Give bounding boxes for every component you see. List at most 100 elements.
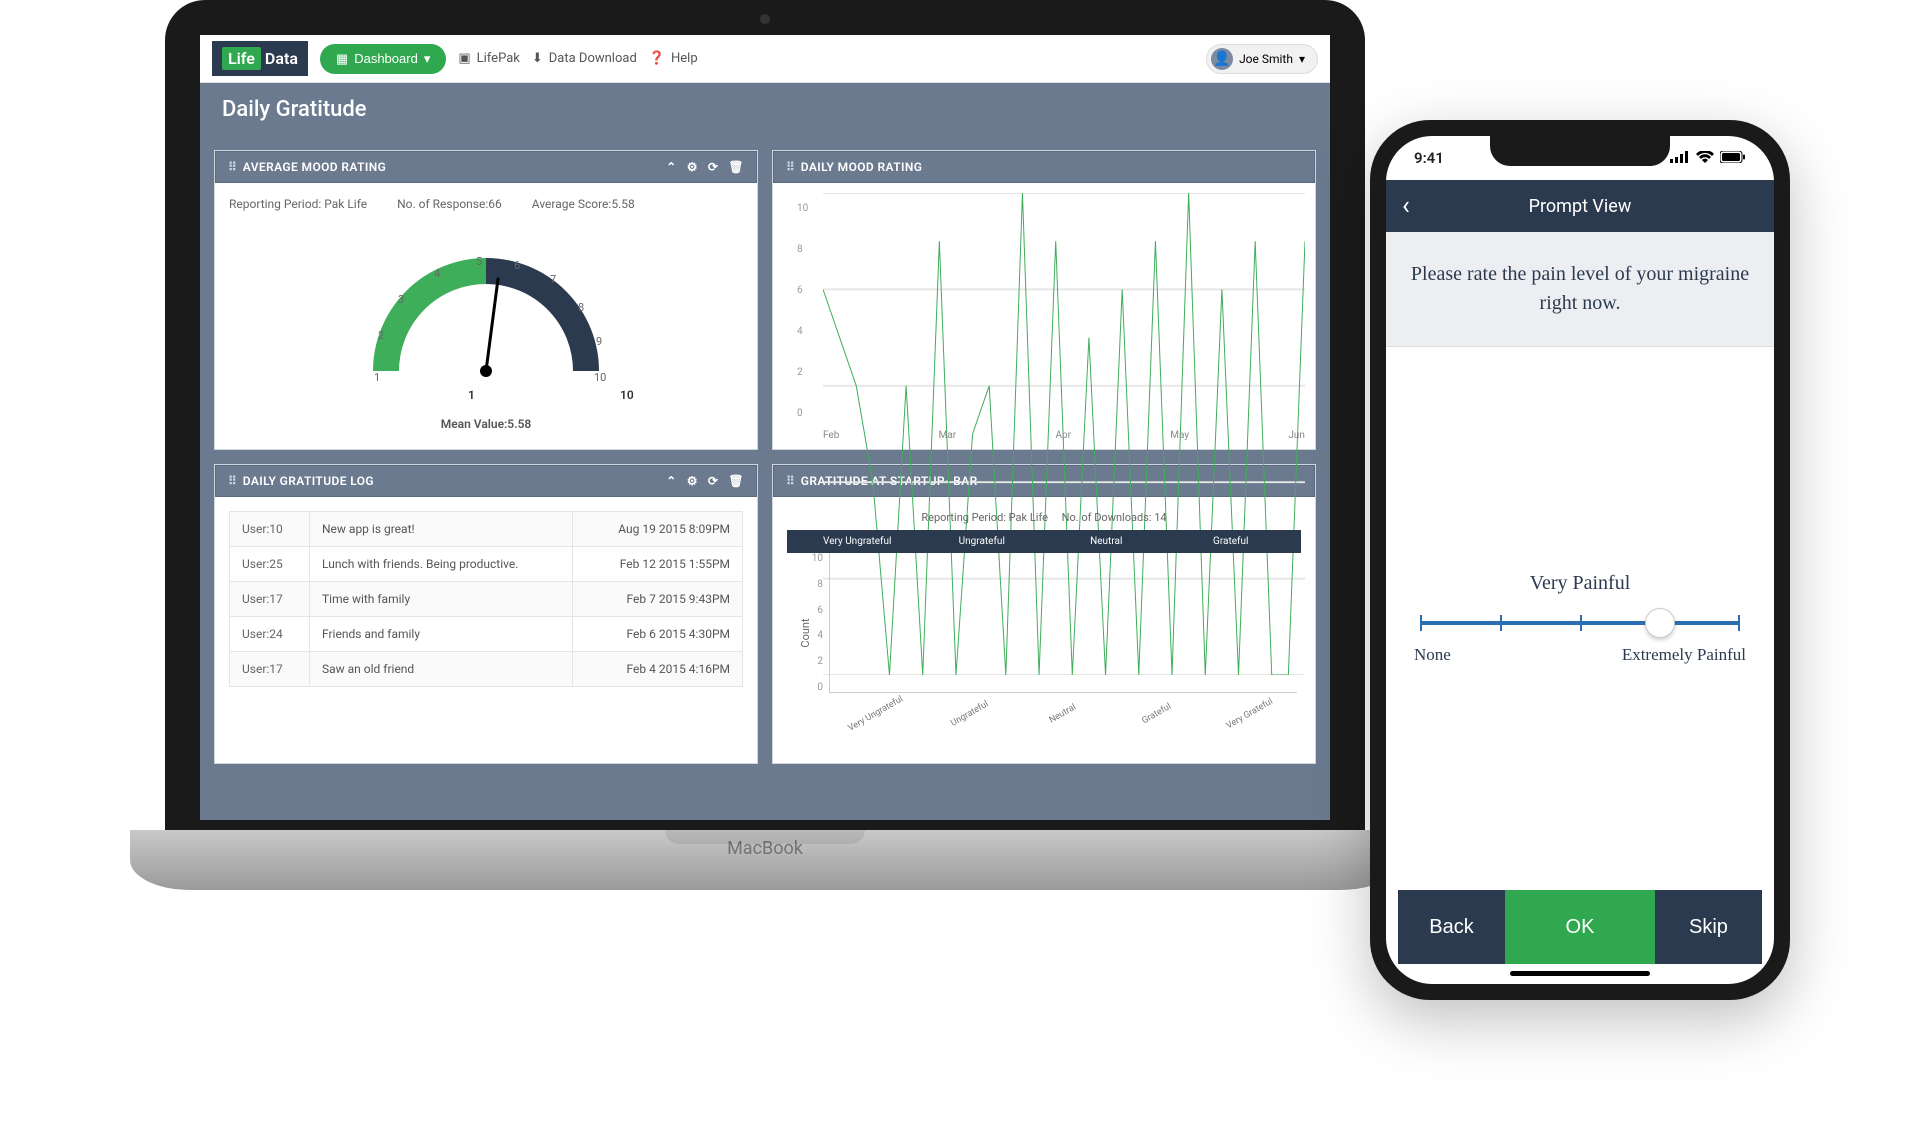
panel-gratitude-log: ⠿ DAILY GRATITUDE LOG ⌃ ⚙ ⟳ 🗑 User:10New… bbox=[214, 464, 758, 764]
signal-icon bbox=[1670, 149, 1690, 167]
slider-current-label: Very Painful bbox=[1414, 572, 1746, 595]
bar-legend: Very UngratefulUngratefulNeutralGrateful bbox=[787, 530, 1301, 553]
home-indicator[interactable] bbox=[1510, 971, 1650, 976]
svg-text:3: 3 bbox=[398, 293, 404, 306]
slider-labels: None Extremely Painful bbox=[1414, 645, 1746, 665]
table-row: User:17Saw an old friendFeb 4 2015 4:16P… bbox=[230, 652, 743, 687]
panel-body: Reporting Period: Pak Life No. of Respon… bbox=[215, 183, 757, 449]
table-row: User:24Friends and familyFeb 6 2015 4:30… bbox=[230, 617, 743, 652]
collapse-icon[interactable]: ⌃ bbox=[666, 474, 676, 488]
skip-button[interactable]: Skip bbox=[1655, 890, 1762, 964]
nav-data-download-label: Data Download bbox=[549, 51, 637, 66]
phone-screen: 9:41 ‹ Prompt View Please rate the pain … bbox=[1386, 136, 1774, 984]
avg-score: Average Score:5.58 bbox=[532, 197, 635, 211]
table-row: User:25Lunch with friends. Being product… bbox=[230, 547, 743, 582]
user-menu[interactable]: 👤 Joe Smith ▾ bbox=[1206, 44, 1318, 74]
dashboard-button[interactable]: ▦ Dashboard ▾ bbox=[320, 44, 446, 74]
log-timestamp: Aug 19 2015 8:09PM bbox=[573, 512, 743, 547]
svg-text:8: 8 bbox=[578, 301, 584, 314]
log-text: Lunch with friends. Being productive. bbox=[310, 547, 573, 582]
gauge-chart: 1 2 3 4 5 6 7 8 9 10 1 10 bbox=[326, 221, 646, 411]
slider-thumb[interactable] bbox=[1645, 608, 1675, 638]
svg-text:6: 6 bbox=[514, 259, 520, 272]
logo-left: Life bbox=[222, 47, 261, 70]
log-user: User:17 bbox=[230, 582, 310, 617]
laptop-screen: Life Data ▦ Dashboard ▾ ▣ LifePak ⬇ Data… bbox=[200, 35, 1330, 820]
phone-device: 9:41 ‹ Prompt View Please rate the pain … bbox=[1370, 120, 1790, 1000]
gauge-caption: Mean Value:5.58 bbox=[229, 417, 743, 431]
refresh-icon[interactable]: ⟳ bbox=[708, 474, 718, 488]
nav-help[interactable]: ❓ Help bbox=[649, 51, 698, 66]
log-text: New app is great! bbox=[310, 512, 573, 547]
status-time: 9:41 bbox=[1414, 149, 1444, 167]
log-user: User:24 bbox=[230, 617, 310, 652]
back-button[interactable]: Back bbox=[1398, 890, 1505, 964]
panel-average-mood: ⠿ AVERAGE MOOD RATING ⌃ ⚙ ⟳ 🗑 Reporting bbox=[214, 150, 758, 450]
dashboard-grid: ⠿ AVERAGE MOOD RATING ⌃ ⚙ ⟳ 🗑 Reporting bbox=[200, 136, 1330, 778]
svg-text:10: 10 bbox=[594, 371, 606, 384]
nav-lifepak-label: LifePak bbox=[477, 51, 520, 66]
wifi-icon bbox=[1696, 149, 1714, 167]
app-logo: Life Data bbox=[212, 41, 308, 76]
download-icon: ⬇ bbox=[532, 51, 543, 66]
laptop-device: Life Data ▦ Dashboard ▾ ▣ LifePak ⬇ Data… bbox=[130, 0, 1400, 920]
log-user: User:25 bbox=[230, 547, 310, 582]
svg-text:1: 1 bbox=[374, 371, 380, 384]
svg-text:4: 4 bbox=[434, 267, 440, 280]
panel-body: 1086420 FebMarAprMayJun bbox=[773, 183, 1315, 449]
svg-text:2: 2 bbox=[378, 329, 384, 342]
help-icon: ❓ bbox=[649, 51, 665, 66]
trash-icon[interactable]: 🗑 bbox=[728, 474, 744, 488]
device-label: MacBook bbox=[727, 838, 803, 859]
phone-navbar: ‹ Prompt View bbox=[1386, 180, 1774, 232]
log-text: Saw an old friend bbox=[310, 652, 573, 687]
user-name: Joe Smith bbox=[1239, 52, 1293, 66]
gauge-max-label: 10 bbox=[620, 388, 634, 402]
panel-body: Reporting Period: Pak Life No. of Downlo… bbox=[773, 497, 1315, 763]
drag-handle-icon[interactable]: ⠿ bbox=[228, 474, 235, 488]
reporting-period: Reporting Period: Pak Life bbox=[229, 197, 367, 211]
back-icon[interactable]: ‹ bbox=[1402, 191, 1410, 221]
bar-meta: Reporting Period: Pak Life No. of Downlo… bbox=[787, 511, 1301, 524]
drag-handle-icon[interactable]: ⠿ bbox=[228, 160, 235, 174]
log-table: User:10New app is great!Aug 19 2015 8:09… bbox=[229, 511, 743, 687]
drag-handle-icon[interactable]: ⠿ bbox=[786, 160, 793, 174]
panel-header: ⠿ DAILY MOOD RATING bbox=[773, 151, 1315, 183]
slider-min-label: None bbox=[1414, 645, 1451, 665]
drag-handle-icon[interactable]: ⠿ bbox=[786, 474, 793, 488]
nav-data-download[interactable]: ⬇ Data Download bbox=[532, 51, 637, 66]
svg-text:7: 7 bbox=[550, 273, 556, 286]
log-user: User:10 bbox=[230, 512, 310, 547]
prompt-text: Please rate the pain level of your migra… bbox=[1386, 232, 1774, 347]
bar-xaxis: Very UngratefulUngratefulNeutralGrateful… bbox=[829, 709, 1297, 719]
ok-button[interactable]: OK bbox=[1505, 890, 1655, 964]
trash-icon[interactable]: 🗑 bbox=[728, 160, 744, 174]
lifepak-icon: ▣ bbox=[458, 51, 470, 66]
slider-track[interactable] bbox=[1420, 621, 1740, 625]
responses: No. of Response:66 bbox=[397, 197, 502, 211]
table-row: User:10New app is great!Aug 19 2015 8:09… bbox=[230, 512, 743, 547]
app-topbar: Life Data ▦ Dashboard ▾ ▣ LifePak ⬇ Data… bbox=[200, 35, 1330, 83]
log-timestamp: Feb 6 2015 4:30PM bbox=[573, 617, 743, 652]
bar-plot bbox=[829, 553, 1297, 693]
laptop-base: MacBook bbox=[130, 830, 1400, 890]
svg-text:5: 5 bbox=[476, 255, 482, 268]
collapse-icon[interactable]: ⌃ bbox=[666, 160, 676, 174]
dashboard-label: Dashboard bbox=[354, 51, 418, 66]
nav-help-label: Help bbox=[671, 51, 698, 66]
panel-header: ⠿ AVERAGE MOOD RATING ⌃ ⚙ ⟳ 🗑 bbox=[215, 151, 757, 183]
gear-icon[interactable]: ⚙ bbox=[687, 474, 698, 488]
line-chart-yaxis: 1086420 bbox=[797, 203, 808, 419]
refresh-icon[interactable]: ⟳ bbox=[708, 160, 718, 174]
phone-notch bbox=[1490, 136, 1670, 166]
chevron-down-icon: ▾ bbox=[1299, 52, 1305, 66]
panel-startup-bar: ⠿ GRATITUDE AT STARTUP- BAR Reporting Pe… bbox=[772, 464, 1316, 764]
phone-body: Very Painful None Extremely Painful bbox=[1386, 347, 1774, 890]
panel-header: ⠿ DAILY GRATITUDE LOG ⌃ ⚙ ⟳ 🗑 bbox=[215, 465, 757, 497]
gear-icon[interactable]: ⚙ bbox=[687, 160, 698, 174]
gauge-min-label: 1 bbox=[468, 388, 475, 402]
svg-text:9: 9 bbox=[596, 335, 602, 348]
dashboard-icon: ▦ bbox=[336, 51, 348, 67]
nav-lifepak[interactable]: ▣ LifePak bbox=[458, 51, 520, 66]
panel-title: DAILY GRATITUDE LOG bbox=[243, 474, 374, 488]
